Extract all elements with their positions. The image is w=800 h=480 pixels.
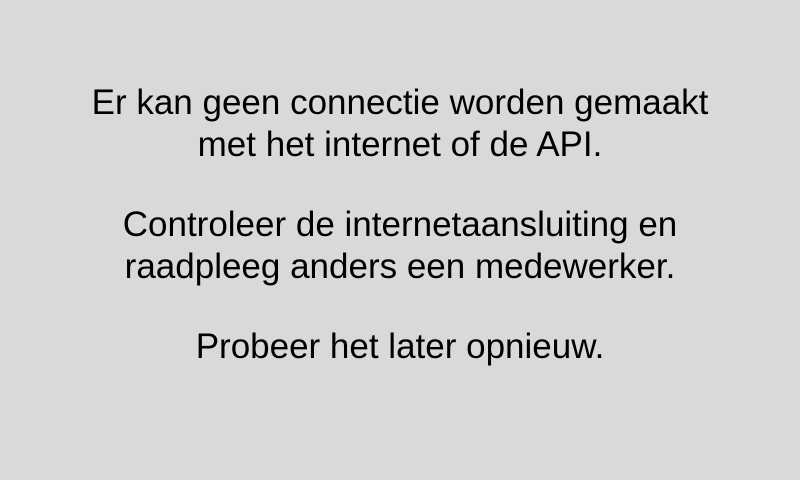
error-screen: Er kan geen connectie worden gemaakt met…: [0, 0, 800, 480]
advice-message: Controleer de internetaansluiting en raa…: [0, 204, 800, 288]
retry-line-1: Probeer het later opnieuw.: [195, 327, 605, 366]
advice-line-1: Controleer de internetaansluiting en: [122, 205, 678, 244]
connection-error-message: Er kan geen connectie worden gemaakt met…: [0, 82, 800, 166]
advice-line-2: raadpleeg anders een medewerker.: [124, 247, 676, 286]
retry-message: Probeer het later opnieuw.: [0, 326, 800, 368]
connection-error-line-1: Er kan geen connectie worden gemaakt: [91, 83, 709, 122]
connection-error-line-2: met het internet of de API.: [197, 125, 603, 164]
